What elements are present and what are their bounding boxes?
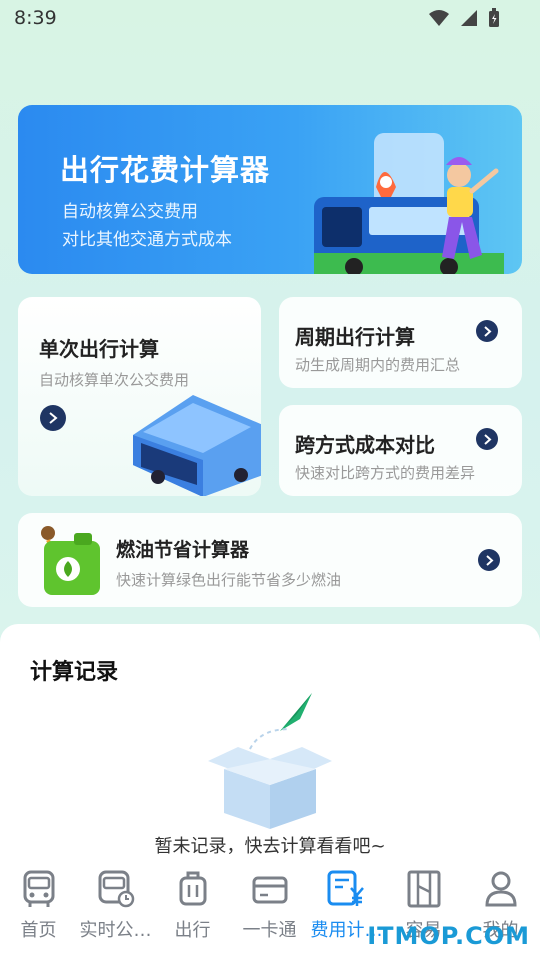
cross-mode-arrow-icon[interactable]	[476, 428, 498, 450]
bus-clock-icon	[98, 870, 134, 908]
fuel-saving-arrow-icon[interactable]	[478, 549, 500, 571]
single-trip-title: 单次出行计算	[39, 337, 159, 361]
period-trip-title: 周期出行计算	[295, 325, 415, 349]
period-trip-arrow-icon[interactable]	[476, 320, 498, 342]
tab-travel[interactable]: 出行	[154, 858, 231, 960]
fee-calculator-icon	[327, 870, 364, 906]
fuel-saving-subtitle: 快速计算绿色出行能节省多少燃油	[116, 571, 342, 589]
wifi-icon	[429, 10, 449, 26]
period-trip-subtitle: 动生成周期内的费用汇总	[295, 356, 461, 374]
tab-travel-label: 出行	[174, 920, 211, 941]
fuel-saving-title: 燃油节省计算器	[116, 539, 250, 561]
cross-mode-title: 跨方式成本对比	[295, 433, 435, 457]
person-icon	[484, 871, 517, 907]
records-title: 计算记录	[30, 660, 119, 685]
tab-realtime-bus[interactable]: 实时公…	[77, 858, 154, 960]
status-icons	[428, 8, 500, 28]
hero-subtitle-1: 自动核算公交费用	[62, 202, 198, 222]
book-icon	[407, 870, 440, 908]
status-time: 8:39	[14, 7, 57, 29]
watermark: ITMOP.COM	[367, 922, 530, 950]
hero-banner[interactable]: 出行花费计算器 自动核算公交费用 对比其他交通方式成本	[18, 105, 522, 274]
records-empty-text: 暂未记录，快去计算看看吧~	[154, 836, 386, 857]
single-trip-card[interactable]: 单次出行计算 自动核算单次公交费用	[18, 297, 261, 496]
hero-subtitle-2: 对比其他交通方式成本	[62, 230, 232, 250]
bus-front-icon	[23, 870, 54, 907]
hero-title: 出行花费计算器	[60, 153, 271, 187]
empty-box-icon	[208, 693, 332, 829]
tab-transit-card-label: 一卡通	[242, 920, 297, 941]
bus-illustration	[314, 133, 504, 274]
card-icon	[252, 876, 287, 904]
tab-realtime-bus-label: 实时公…	[79, 920, 152, 941]
cross-mode-subtitle: 快速对比跨方式的费用差异	[295, 464, 476, 482]
bus-3d-icon	[133, 395, 261, 496]
signal-icon	[461, 10, 477, 26]
cross-mode-card[interactable]: 跨方式成本对比 快速对比跨方式的费用差异	[279, 405, 522, 496]
luggage-icon	[179, 871, 206, 906]
status-bar: 8:39	[0, 0, 540, 36]
battery-icon	[489, 8, 499, 27]
tab-home[interactable]: 首页	[0, 858, 77, 960]
tab-transit-card[interactable]: 一卡通	[231, 858, 308, 960]
fuel-saving-card[interactable]: 燃油节省计算器 快速计算绿色出行能节省多少燃油	[18, 513, 522, 607]
tab-home-label: 首页	[20, 920, 57, 941]
single-trip-arrow-icon[interactable]	[40, 405, 66, 431]
fuel-can-icon	[41, 526, 100, 595]
period-trip-card[interactable]: 周期出行计算 动生成周期内的费用汇总	[279, 297, 522, 388]
